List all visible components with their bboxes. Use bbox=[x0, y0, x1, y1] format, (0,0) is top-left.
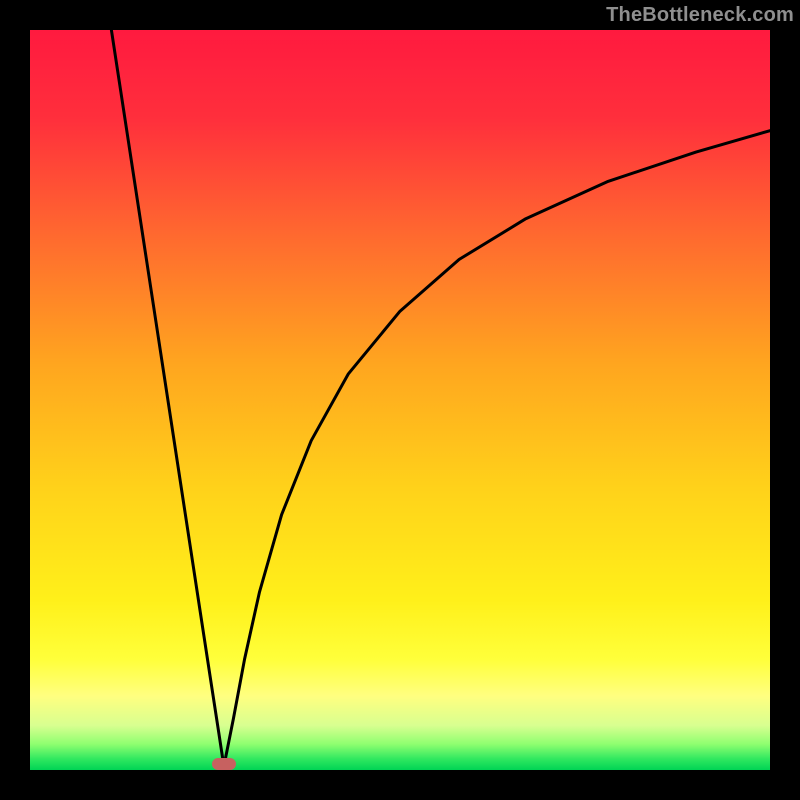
chart-frame bbox=[30, 30, 770, 770]
watermark-text: TheBottleneck.com bbox=[606, 4, 794, 27]
minimum-marker bbox=[212, 758, 236, 770]
gradient-background bbox=[30, 30, 770, 770]
bottleneck-chart bbox=[30, 30, 770, 770]
